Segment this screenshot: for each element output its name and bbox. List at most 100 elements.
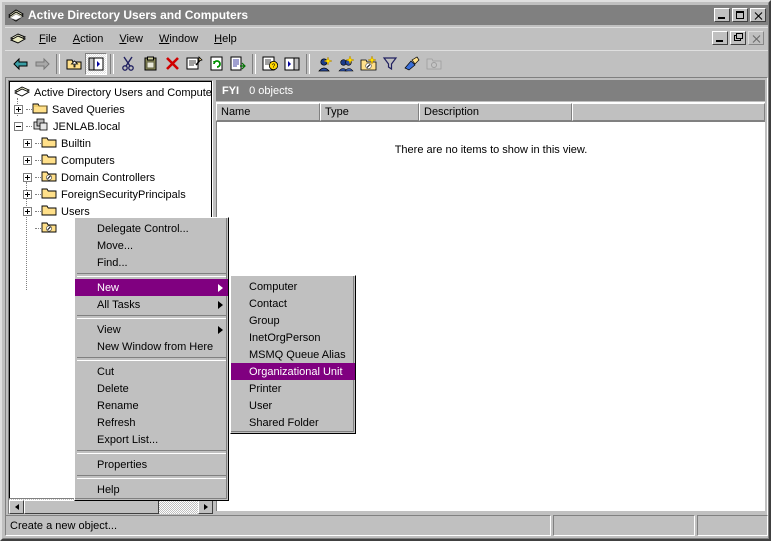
menu-item-move[interactable]: Move... <box>75 237 228 254</box>
saved-query-icon[interactable] <box>423 53 445 75</box>
toolbar-separator <box>56 53 60 74</box>
expander-minus-icon[interactable] <box>14 122 23 131</box>
toolbar-separator <box>110 53 114 74</box>
tree-node-domain-controllers[interactable]: Domain Controllers <box>23 169 155 186</box>
tree-node-builtin[interactable]: Builtin <box>23 135 91 152</box>
submenu-item-computer[interactable]: Computer <box>231 278 355 295</box>
menu-window[interactable]: Window <box>151 31 206 47</box>
new-group-icon[interactable] <box>335 53 357 75</box>
submenu-item-contact[interactable]: Contact <box>231 295 355 312</box>
menu-item-label: Find... <box>97 256 128 269</box>
close-button[interactable] <box>750 8 766 22</box>
status-panel-message: Create a new object... <box>5 515 551 536</box>
tree-node-label: Builtin <box>61 137 91 150</box>
submenu-item-printer[interactable]: Printer <box>231 380 355 397</box>
menu-file[interactable]: File <box>31 31 65 47</box>
menu-item-label: Move... <box>97 239 134 252</box>
menu-item-delete[interactable]: Delete <box>75 380 228 397</box>
submenu-item-msmq-queue-alias[interactable]: MSMQ Queue Alias <box>231 346 355 363</box>
menu-item-rename[interactable]: Rename <box>75 397 228 414</box>
refresh-icon[interactable] <box>205 53 227 75</box>
new-user-icon[interactable] <box>313 53 335 75</box>
menu-help[interactable]: Help <box>206 31 245 47</box>
status-panel-secondary <box>553 515 695 536</box>
cut-icon[interactable] <box>117 53 139 75</box>
expander-plus-icon[interactable] <box>14 105 23 114</box>
menu-item-label: Cut <box>97 365 115 378</box>
find-icon[interactable] <box>401 53 423 75</box>
menu-item-view[interactable]: View <box>75 321 228 338</box>
menu-item-export-list[interactable]: Export List... <box>75 431 228 448</box>
submenu-item-inetorgperson[interactable]: InetOrgPerson <box>231 329 355 346</box>
child-close-button <box>748 31 764 45</box>
column-header-type[interactable]: Type <box>320 103 419 121</box>
menu-item-label: All Tasks <box>97 298 141 311</box>
menu-bar: File Action View Window Help <box>5 27 768 49</box>
expander-plus-icon[interactable] <box>23 190 32 199</box>
delete-icon[interactable] <box>161 53 183 75</box>
child-restore-button[interactable] <box>730 31 746 45</box>
filter-icon[interactable] <box>379 53 401 75</box>
child-minimize-button[interactable] <box>712 31 728 45</box>
result-pane-title: FYI <box>222 84 240 97</box>
show-hide-console-icon[interactable] <box>281 53 303 75</box>
menu-item-help[interactable]: Help <box>75 481 228 498</box>
tree-node-label: Active Directory Users and Computer <box>34 86 212 99</box>
submenu-item-label: User <box>249 399 273 412</box>
expander-plus-icon[interactable] <box>23 207 32 216</box>
menu-item-new[interactable]: New <box>75 279 228 296</box>
new-submenu[interactable]: Computer Contact Group InetOrgPerson MSM… <box>230 275 356 434</box>
menu-item-refresh[interactable]: Refresh <box>75 414 228 431</box>
scroll-right-button[interactable] <box>198 499 213 514</box>
menu-item-properties[interactable]: Properties <box>75 456 228 473</box>
paste-icon[interactable] <box>139 53 161 75</box>
menu-separator <box>77 450 226 454</box>
expander-plus-icon[interactable] <box>23 173 32 182</box>
export-list-icon[interactable] <box>227 53 249 75</box>
context-menu[interactable]: Delegate Control... Move... Find... New … <box>74 217 229 501</box>
toolbar-separator <box>252 53 256 74</box>
menu-item-delegate-control[interactable]: Delegate Control... <box>75 220 228 237</box>
menu-item-label: Delegate Control... <box>97 222 189 235</box>
help-icon[interactable]: ? <box>259 53 281 75</box>
up-one-level-icon[interactable] <box>63 53 85 75</box>
submenu-item-organizational-unit[interactable]: Organizational Unit <box>231 363 355 380</box>
tree-node-new-ou[interactable] <box>23 220 61 237</box>
properties-icon[interactable] <box>183 53 205 75</box>
new-ou-icon[interactable] <box>357 53 379 75</box>
toolbar-separator <box>306 53 310 74</box>
tree-node-root[interactable]: Active Directory Users and Computer <box>13 84 212 101</box>
menu-item-all-tasks[interactable]: All Tasks <box>75 296 228 313</box>
submenu-arrow-icon <box>218 325 223 334</box>
maximize-button[interactable] <box>732 8 748 22</box>
menu-item-new-window-from-here[interactable]: New Window from Here <box>75 338 228 355</box>
back-icon[interactable] <box>9 53 31 75</box>
expander-plus-icon[interactable] <box>23 156 32 165</box>
expander-plus-icon[interactable] <box>23 139 32 148</box>
folder-icon <box>41 203 58 220</box>
submenu-item-label: MSMQ Queue Alias <box>249 348 346 361</box>
console-icon-small <box>9 31 27 47</box>
submenu-item-group[interactable]: Group <box>231 312 355 329</box>
scroll-thumb[interactable] <box>24 499 159 514</box>
tree-node-foreign-security-principals[interactable]: ForeignSecurityPrincipals <box>23 186 186 203</box>
column-header-filler <box>572 103 765 121</box>
minimize-button[interactable] <box>714 8 730 22</box>
tree-node-domain[interactable]: JENLAB.local <box>14 118 120 135</box>
scroll-left-button[interactable] <box>9 499 24 514</box>
menu-item-find[interactable]: Find... <box>75 254 228 271</box>
show-hide-tree-icon[interactable] <box>85 52 107 75</box>
submenu-item-user[interactable]: User <box>231 397 355 414</box>
menu-view[interactable]: View <box>111 31 151 47</box>
tree-node-saved-queries[interactable]: Saved Queries <box>14 101 125 118</box>
menu-action[interactable]: Action <box>65 31 112 47</box>
submenu-item-shared-folder[interactable]: Shared Folder <box>231 414 355 431</box>
forward-icon[interactable] <box>31 53 53 75</box>
column-header-name[interactable]: Name <box>216 103 320 121</box>
submenu-item-label: Group <box>249 314 280 327</box>
menu-item-cut[interactable]: Cut <box>75 363 228 380</box>
status-panel-tertiary <box>697 515 768 536</box>
tree-node-computers[interactable]: Computers <box>23 152 115 169</box>
column-header-description[interactable]: Description <box>419 103 572 121</box>
window-title: Active Directory Users and Computers <box>28 8 249 22</box>
